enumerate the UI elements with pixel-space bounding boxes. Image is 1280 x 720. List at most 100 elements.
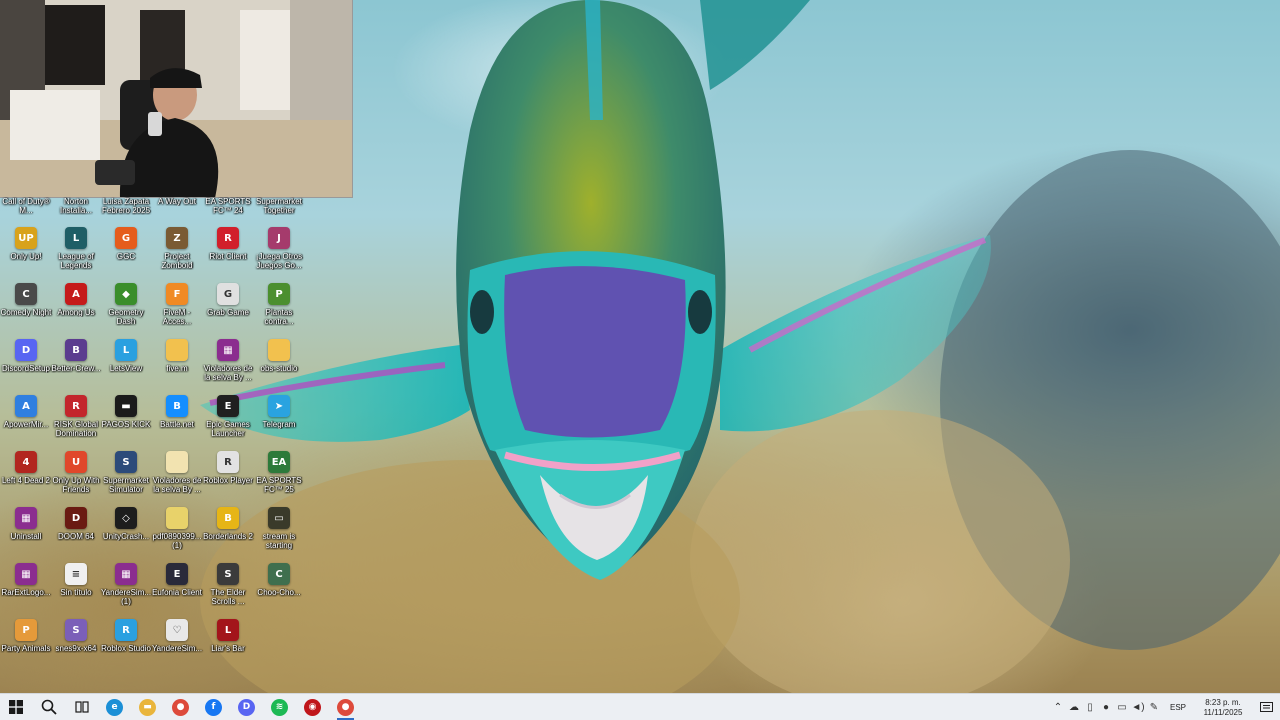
choo-choo-icon: C: [268, 563, 290, 585]
desktop-shortcut-label: Eufonia Client: [152, 588, 202, 597]
desktop-shortcut[interactable]: R Roblox Studio: [100, 619, 152, 675]
desktop-shortcut[interactable]: U Only Up With Friends: [50, 451, 102, 507]
desktop-shortcut[interactable]: ▦ RarExtLogo...: [0, 563, 52, 619]
desktop-shortcut[interactable]: S The Elder Scrolls ...: [202, 563, 254, 619]
desktop-shortcut[interactable]: ◇ UnityCrash...: [100, 507, 152, 563]
taskbar-app-chrome[interactable]: ●: [164, 694, 197, 720]
desktop-shortcut[interactable]: P Party Animals: [0, 619, 52, 675]
only-up-friends-icon: U: [65, 451, 87, 473]
desktop-shortcut[interactable]: ◆ Geometry Dash: [100, 283, 152, 339]
desktop-shortcut-label: Only Up!: [10, 252, 42, 261]
desktop-shortcut[interactable]: R Riot Client: [202, 227, 254, 283]
start-button[interactable]: [0, 694, 32, 720]
desktop-shortcut[interactable]: ▦ Violadores de la selva By ...: [202, 339, 254, 395]
desktop-shortcut[interactable]: obs-studio: [253, 339, 305, 395]
taskbar-app-chrome-2[interactable]: ●: [329, 694, 362, 720]
desktop-shortcut-label: DOOM 64: [57, 532, 94, 541]
desktop-shortcut[interactable]: P Plantas contra...: [253, 283, 305, 339]
taskbar-app-edge[interactable]: e: [98, 694, 131, 720]
desktop-shortcut[interactable]: C Comedy Night: [0, 283, 52, 339]
rar-icon: ▦: [15, 563, 37, 585]
desktop-shortcut[interactable]: five.m: [151, 339, 203, 395]
desktop-shortcut[interactable]: ≡ Sin título: [50, 563, 102, 619]
desktop-shortcut[interactable]: D DOOM 64: [50, 507, 102, 563]
epic-icon: E: [217, 395, 239, 417]
desktop-shortcut[interactable]: ➤ Telegram: [253, 395, 305, 451]
kick-icon: ▬: [115, 395, 137, 417]
desktop-shortcut-label: Violadores de la selva By ...: [152, 476, 202, 494]
task-view-button[interactable]: [65, 694, 98, 720]
unity-icon: ◇: [115, 507, 137, 529]
desktop-shortcut[interactable]: E Epic Games Launcher: [202, 395, 254, 451]
comedy-icon: C: [15, 283, 37, 305]
desktop-shortcut-label: Supermarket Simulator: [103, 476, 149, 494]
onedrive-icon[interactable]: ☁: [1066, 694, 1082, 720]
desktop-shortcut-label: Roblox Studio: [101, 644, 151, 653]
desktop-shortcut[interactable]: ▦ Uninstall: [0, 507, 52, 563]
desktop-shortcut[interactable]: ▬ PAGOS KICK: [100, 395, 152, 451]
chrome-icon: ●: [172, 698, 189, 716]
desktop-shortcut[interactable]: A ApowerMir...: [0, 395, 52, 451]
desktop-shortcut[interactable]: C Choo-Cho...: [253, 563, 305, 619]
desktop-shortcut-label: Plantas contra...: [264, 308, 294, 326]
notification-icon: [1259, 701, 1273, 712]
desktop-shortcut[interactable]: R Roblox Player: [202, 451, 254, 507]
desktop-shortcut[interactable]: S Supermarket Simulator: [100, 451, 152, 507]
chevron-up-icon[interactable]: ⌃: [1050, 694, 1066, 720]
desktop-shortcut[interactable]: ▦ YandereSim... (1): [100, 563, 152, 619]
taskbar-app-app-red[interactable]: ◉: [296, 694, 329, 720]
league-icon: L: [65, 227, 87, 249]
geometry-dash-icon: ◆: [115, 283, 137, 305]
desktop-shortcut[interactable]: A Among Us: [50, 283, 102, 339]
network-icon[interactable]: ▭: [1114, 694, 1130, 720]
desktop-shortcut[interactable]: G Grab Game: [202, 283, 254, 339]
taskbar-app-facebook[interactable]: f: [197, 694, 230, 720]
search-button[interactable]: [32, 694, 65, 720]
desktop-shortcut[interactable]: ♡ YandereSim...: [151, 619, 203, 675]
language-indicator[interactable]: ESP: [1162, 703, 1194, 712]
taskbar-app-discord[interactable]: D: [230, 694, 263, 720]
clock-date: 11/11/2025: [1203, 707, 1243, 717]
desktop-shortcut-label: Left 4 Dead 2: [1, 476, 51, 485]
desktop-shortcut[interactable]: Ssnes9x-x64: [50, 619, 102, 675]
desktop-shortcut[interactable]: ▭ stream is starting: [253, 507, 305, 563]
battery-icon[interactable]: ▯: [1082, 694, 1098, 720]
desktop-shortcut[interactable]: F FiveM - Acces...: [151, 283, 203, 339]
desktop-shortcut-label: ¡Juega Otros Juegos Go...: [255, 252, 303, 270]
pen-icon[interactable]: ✎: [1146, 694, 1162, 720]
borderlands-icon: B: [217, 507, 239, 529]
telegram-icon: ➤: [268, 395, 290, 417]
desktop-shortcut[interactable]: E Eufonia Client: [151, 563, 203, 619]
desktop-shortcut[interactable]: L LetsView: [100, 339, 152, 395]
taskbar-app-file-explorer[interactable]: ▬: [131, 694, 164, 720]
fivem-icon: F: [166, 283, 188, 305]
desktop-shortcut[interactable]: Z Project Zomboid: [151, 227, 203, 283]
desktop-shortcut[interactable]: Violadores de la selva By ...: [151, 451, 203, 507]
volume-icon[interactable]: ◄): [1130, 694, 1146, 720]
desktop-shortcut[interactable]: B Borderlands 2: [202, 507, 254, 563]
desktop-shortcut[interactable]: R RISK Global Domination: [50, 395, 102, 451]
desktop-shortcut[interactable]: J ¡Juega Otros Juegos Go...: [253, 227, 305, 283]
taskbar-app-spotify[interactable]: ≋: [263, 694, 296, 720]
archive-icon: ▦: [115, 563, 137, 585]
desktop-shortcut-label: PAGOS KICK: [101, 420, 151, 429]
desktop-shortcut[interactable]: B Better-Crew...: [50, 339, 102, 395]
desktop-shortcut[interactable]: G GGC: [100, 227, 152, 283]
desktop-shortcut-label: Choo-Cho...: [257, 588, 301, 597]
supermarket-sim-icon: S: [115, 451, 137, 473]
desktop-shortcut[interactable]: B Battle.net: [151, 395, 203, 451]
notification-button[interactable]: [1252, 694, 1280, 720]
desktop-shortcut[interactable]: UP Only Up!: [0, 227, 52, 283]
desktop-shortcut[interactable]: D DiscordSetup: [0, 339, 52, 395]
desktop-shortcut[interactable]: 4 Left 4 Dead 2: [0, 451, 52, 507]
plants-icon: P: [268, 283, 290, 305]
desktop-shortcut[interactable]: L League of Legends: [50, 227, 102, 283]
microphone-icon[interactable]: ●: [1098, 694, 1114, 720]
clock[interactable]: 8:23 p. m. 11/11/2025: [1194, 698, 1252, 718]
desktop-shortcut-label: Project Zomboid: [161, 252, 193, 270]
desktop-shortcut[interactable]: pdf0890399... (1): [151, 507, 203, 563]
facebook-icon: f: [205, 698, 222, 716]
desktop-shortcut[interactable]: EA EA SPORTS FC™ 25: [253, 451, 305, 507]
desktop-shortcut-label: five.m: [166, 364, 188, 373]
desktop-shortcut[interactable]: L Liar's Bar: [202, 619, 254, 675]
